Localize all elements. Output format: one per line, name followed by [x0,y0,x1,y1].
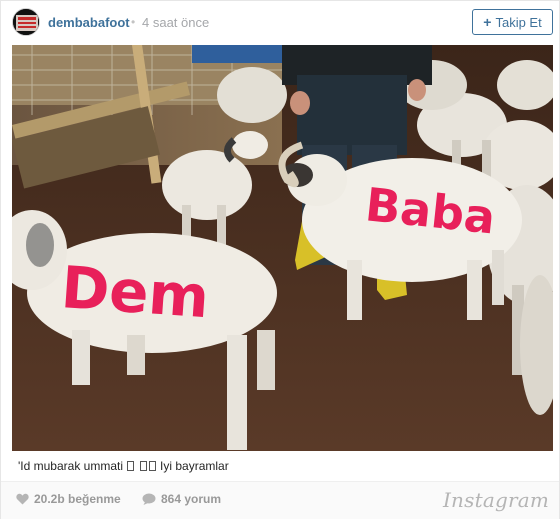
instagram-logo[interactable]: Instagram [443,488,549,512]
post-caption: 'Id mubarak ummati Iyi bayramlar [18,459,229,473]
post-footer: 20.2b beğenme 864 yorum Instagram [1,481,559,519]
comments-count[interactable]: 864 yorum [142,492,221,506]
avatar[interactable] [12,8,40,36]
caption-text-start: 'Id mubarak ummati [18,459,123,473]
sheep-left-paint-text: Dem [59,253,211,331]
plus-icon: + [483,14,492,30]
caption-text-end: Iyi bayramlar [160,459,229,473]
post-header: dembabafoot • 4 saat önce + Takip Et [1,1,559,45]
sheep-photo-illustration: Dem Baba [12,45,553,451]
instagram-embed-card: dembabafoot • 4 saat önce + Takip Et Dem… [0,0,560,519]
comments-label: 864 yorum [161,492,222,506]
separator-dot: • [131,15,136,29]
follow-button-label: Takip Et [495,14,542,30]
missing-glyph-icon [139,461,147,471]
missing-glyph-icon [127,461,135,471]
comment-icon [142,493,156,505]
post-timestamp[interactable]: 4 saat önce [142,15,209,30]
likes-count[interactable]: 20.2b beğenme [16,492,121,506]
missing-glyph-icon [148,461,156,471]
username-link[interactable]: dembabafoot [48,15,130,30]
likes-label: 20.2b beğenme [34,492,121,506]
post-photo[interactable]: Dem Baba [12,45,553,451]
follow-button[interactable]: + Takip Et [472,9,553,35]
heart-icon [16,493,29,505]
